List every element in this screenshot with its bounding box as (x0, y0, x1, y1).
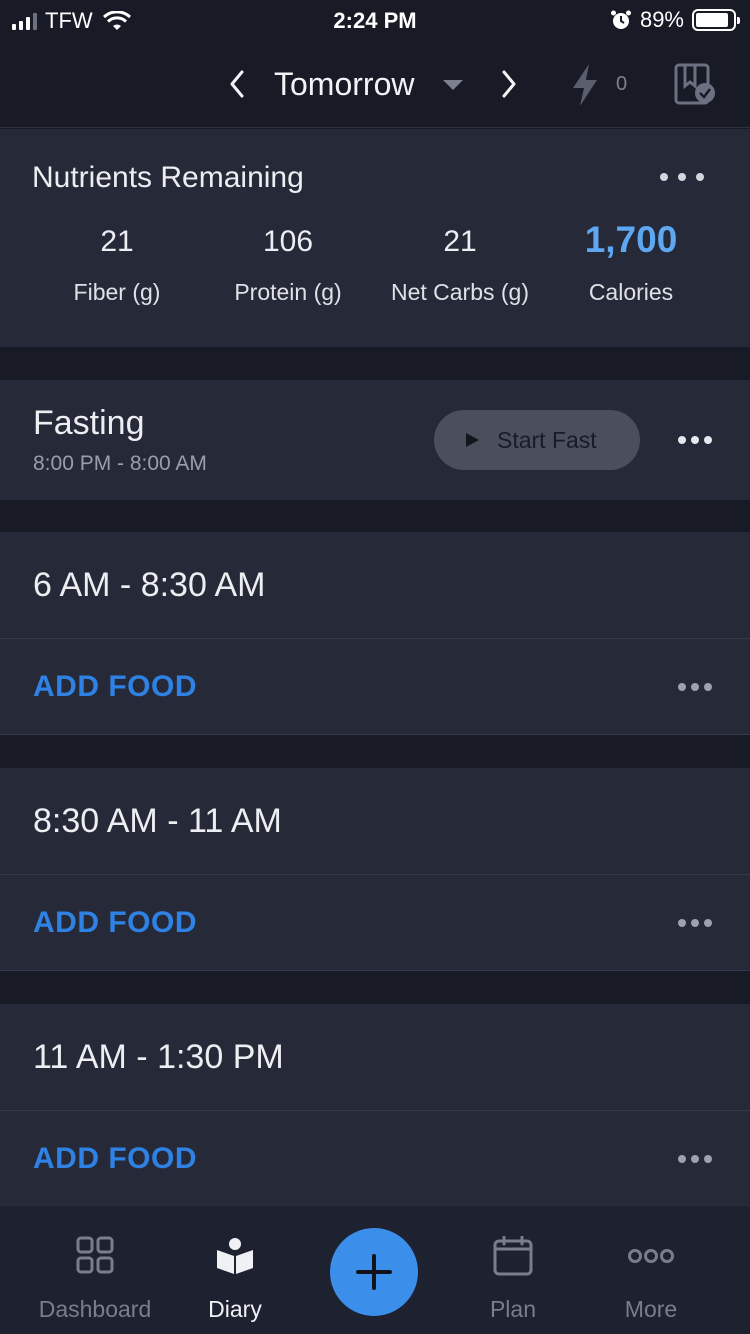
more-horizontal-icon[interactable] (678, 683, 712, 691)
tab-plan[interactable]: Plan (438, 1206, 588, 1334)
tab-diary[interactable]: Diary (160, 1206, 310, 1334)
nutrient-value: 1,700 (584, 219, 678, 260)
tab-label: Diary (208, 1296, 262, 1322)
caret-down-icon[interactable] (443, 80, 463, 90)
more-horizontal-icon[interactable] (678, 919, 712, 927)
alarm-icon (610, 10, 631, 29)
add-food-button[interactable]: ADD FOOD (33, 906, 197, 940)
battery-level (696, 13, 729, 27)
fasting-card: Fasting 8:00 PM - 8:00 AM Start Fast (0, 380, 750, 500)
book-person-icon (217, 1238, 253, 1274)
battery-percent: 89% (639, 7, 684, 32)
bolt-count: 0 (616, 73, 628, 95)
nutrient-value: 21 (100, 225, 134, 258)
report-check-icon[interactable] (672, 62, 716, 106)
meal-block: 6 AM - 8:30 AM ADD FOOD (0, 532, 750, 735)
meal-time-range: 8:30 AM - 11 AM (33, 802, 282, 840)
start-fast-button[interactable]: Start Fast (434, 410, 640, 470)
meal-header: 6 AM - 8:30 AM (0, 532, 750, 639)
nutrient-protein: 106 Protein (g) (203, 225, 373, 306)
play-icon (466, 433, 479, 447)
tab-more[interactable]: More (576, 1206, 726, 1334)
nutrient-label: Net Carbs (g) (390, 279, 530, 305)
start-fast-label: Start Fast (497, 426, 597, 453)
tab-bar: Dashboard Diary Plan More (0, 1205, 750, 1334)
grid-icon (76, 1236, 114, 1274)
calendar-icon (493, 1236, 533, 1276)
add-food-button[interactable]: ADD FOOD (33, 670, 197, 704)
more-horizontal-icon[interactable] (678, 1155, 712, 1163)
meal-header: 11 AM - 1:30 PM (0, 1004, 750, 1111)
nutrients-title: Nutrients Remaining (32, 161, 304, 194)
more-horizontal-icon[interactable] (660, 173, 704, 181)
status-bar: TFW 2:24 PM 89% (0, 0, 750, 40)
add-food-row: ADD FOOD (0, 875, 750, 971)
chevron-left-icon[interactable] (222, 62, 252, 106)
meal-header: 8:30 AM - 11 AM (0, 768, 750, 875)
meal-time-range: 6 AM - 8:30 AM (33, 566, 266, 604)
meal-time-range: 11 AM - 1:30 PM (33, 1038, 284, 1076)
add-food-row: ADD FOOD (0, 1111, 750, 1207)
more-circles-icon (628, 1249, 674, 1263)
add-button[interactable] (330, 1228, 418, 1316)
fasting-time-range: 8:00 PM - 8:00 AM (33, 452, 207, 475)
date-header: Tomorrow 0 (0, 40, 750, 128)
lightning-bolt-icon[interactable] (568, 62, 602, 108)
battery-icon (692, 9, 740, 31)
nutrient-net-carbs: 21 Net Carbs (g) (375, 225, 545, 306)
nutrients-card: Nutrients Remaining 21 Fiber (g) 106 Pro… (0, 129, 750, 347)
fasting-title: Fasting (33, 404, 145, 442)
nutrient-label: Fiber (g) (73, 279, 161, 305)
tab-dashboard[interactable]: Dashboard (20, 1206, 170, 1334)
plus-icon (356, 1254, 392, 1290)
add-food-row: ADD FOOD (0, 639, 750, 735)
meal-block: 11 AM - 1:30 PM ADD FOOD (0, 1004, 750, 1207)
nutrient-label: Calories (588, 279, 674, 305)
date-selector[interactable]: Tomorrow (274, 66, 414, 103)
nutrient-value: 106 (262, 225, 314, 258)
chevron-right-icon[interactable] (494, 62, 524, 106)
status-right: 89% (610, 7, 740, 33)
meal-block: 8:30 AM - 11 AM ADD FOOD (0, 768, 750, 971)
nutrient-calories: 1,700 Calories (546, 219, 716, 306)
more-horizontal-icon[interactable] (678, 436, 712, 444)
nutrient-value: 21 (443, 225, 477, 258)
nutrient-label: Protein (g) (234, 279, 342, 305)
nutrient-fiber: 21 Fiber (g) (32, 225, 202, 306)
tab-label: Dashboard (38, 1296, 152, 1322)
tab-label: More (624, 1296, 678, 1322)
tab-label: Plan (489, 1296, 537, 1322)
add-food-button[interactable]: ADD FOOD (33, 1142, 197, 1176)
